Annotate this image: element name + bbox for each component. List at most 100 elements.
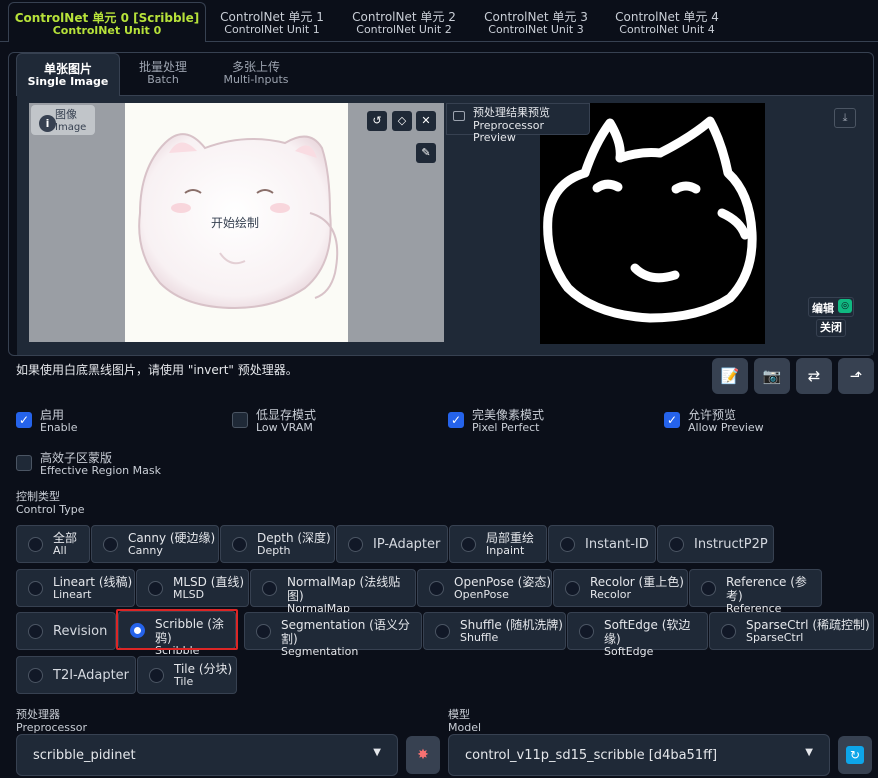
radio-label: Recolor (重上色) Recolor — [590, 575, 684, 601]
control-type-ip-adapter[interactable]: IP-Adapter — [336, 525, 448, 563]
preview-label-zh: 预处理结果预览 — [473, 106, 550, 119]
control-type-softedge[interactable]: SoftEdge (软边缘) SoftEdge — [567, 612, 708, 658]
label-zh: 低显存模式 — [256, 408, 317, 422]
control-type-all[interactable]: 全部 All — [16, 525, 90, 563]
pixel-perfect-label: 完美像素模式 Pixel Perfect — [472, 408, 544, 434]
invert-hint: 如果使用白底黑线图片，请使用 "invert" 预处理器。 — [16, 363, 298, 377]
tab-label-zh: ControlNet 单元 1 — [220, 10, 324, 24]
label-zh: Canny (硬边缘) — [128, 531, 216, 545]
control-type-openpose[interactable]: OpenPose (姿态) OpenPose — [417, 569, 552, 607]
label-zh: OpenPose (姿态) — [454, 575, 552, 589]
control-type-inpaint[interactable]: 局部重绘 Inpaint — [449, 525, 547, 563]
tab-unit-2[interactable]: ControlNet 单元 2 ControlNet Unit 2 — [346, 7, 462, 41]
label-en: SoftEdge — [604, 645, 654, 658]
webcam-button[interactable]: 📷 — [754, 358, 790, 394]
label-zh: Segmentation (语义分割) — [281, 618, 410, 646]
radio-label: NormalMap (法线贴图) NormalMap — [287, 575, 415, 615]
radio-dot — [669, 537, 684, 552]
tab-multi-inputs[interactable]: 多张上传 Multi-Inputs — [212, 60, 300, 86]
control-type-canny[interactable]: Canny (硬边缘) Canny — [91, 525, 219, 563]
preprocessor-dropdown[interactable]: scribble_pidinet ▼ — [16, 734, 398, 776]
label-en: Allow Preview — [688, 421, 764, 434]
label-zh: 启用 — [40, 408, 65, 422]
low-vram-label: 低显存模式 Low VRAM — [256, 408, 316, 434]
control-type-lineart[interactable]: Lineart (线稿) Lineart — [16, 569, 135, 607]
edit-icon[interactable]: ◎ — [838, 299, 852, 313]
control-type-depth[interactable]: Depth (深度) Depth — [220, 525, 335, 563]
close-preview-button[interactable]: 关闭 — [816, 319, 846, 337]
radio-label: SoftEdge (软边缘) SoftEdge — [604, 618, 707, 658]
tab-unit-3[interactable]: ControlNet 单元 3 ControlNet Unit 3 — [478, 7, 594, 41]
label-zh: Recolor (重上色) — [590, 575, 684, 589]
control-type-segmentation[interactable]: Segmentation (语义分割) Segmentation — [244, 612, 422, 658]
label-en: Canny — [128, 544, 163, 557]
explosion-icon: ✸ — [417, 747, 429, 763]
control-type-instant-id[interactable]: Instant-ID — [548, 525, 656, 563]
download-icon[interactable]: ⤓ — [834, 108, 856, 128]
label-en: Effective Region Mask — [40, 464, 161, 477]
allow-preview-checkbox[interactable]: ✓ — [664, 412, 680, 428]
arrow-up-right-icon: ⬏ — [849, 367, 863, 385]
control-type-recolor[interactable]: Recolor (重上色) Recolor — [553, 569, 688, 607]
new-canvas-button[interactable]: 📝 — [712, 358, 748, 394]
control-type-reference[interactable]: Reference (参考) Reference — [689, 569, 822, 615]
enable-checkbox[interactable]: ✓ — [16, 412, 32, 428]
model-dropdown[interactable]: control_v11p_sd15_scribble [d4ba51ff] ▼ — [448, 734, 830, 776]
radio-dot — [262, 581, 277, 596]
start-drawing-label[interactable]: 开始绘制 — [211, 214, 259, 231]
preprocessor-label: 预处理器 Preprocessor — [16, 708, 87, 734]
effective-region-mask-label: 高效子区蒙版 Effective Region Mask — [40, 451, 161, 477]
label-en: All — [53, 544, 67, 557]
tab-unit-4[interactable]: ControlNet 单元 4 ControlNet Unit 4 — [609, 7, 725, 41]
effective-region-mask-checkbox[interactable] — [16, 455, 32, 471]
brush-icon[interactable]: ✎ — [416, 143, 436, 163]
mirror-button[interactable]: ⇄ — [796, 358, 832, 394]
tab-unit-1[interactable]: ControlNet 单元 1 ControlNet Unit 1 — [214, 7, 330, 41]
control-type-sparsectrl[interactable]: SparseCtrl (稀疏控制) SparseCtrl — [709, 612, 874, 650]
refresh-models-button[interactable]: ↻ — [838, 736, 872, 774]
label-en: Pixel Perfect — [472, 421, 540, 434]
tab-label-en: Batch — [147, 73, 179, 86]
pixel-perfect-checkbox[interactable]: ✓ — [448, 412, 464, 428]
tab-label-zh: 批量处理 — [138, 60, 187, 74]
control-type-shuffle[interactable]: Shuffle (随机洗牌) Shuffle — [423, 612, 566, 650]
label-zh: SoftEdge (软边缘) — [604, 618, 691, 646]
tab-label-zh: 单张图片 — [43, 62, 92, 76]
radio-dot — [579, 624, 594, 639]
send-dimensions-button[interactable]: ⬏ — [838, 358, 874, 394]
run-preprocessor-button[interactable]: ✸ — [406, 736, 440, 774]
label-en: SparseCtrl — [746, 631, 804, 644]
label-en: Tile — [174, 675, 194, 688]
label-zh: 模型 — [448, 708, 470, 721]
radio-dot — [429, 581, 444, 596]
tab-unit-0[interactable]: ControlNet 单元 0 [Scribble] ControlNet Un… — [8, 2, 206, 42]
radio-dot — [149, 668, 164, 683]
tab-label-zh: ControlNet 单元 2 — [352, 10, 456, 24]
label-en: Enable — [40, 421, 78, 434]
radio-dot — [721, 624, 736, 639]
control-type-mlsd[interactable]: MLSD (直线) MLSD — [136, 569, 249, 607]
control-type-normalmap[interactable]: NormalMap (法线贴图) NormalMap — [250, 569, 416, 615]
control-type-t2i-adapter[interactable]: T2I-Adapter — [16, 656, 136, 694]
control-type-tile[interactable]: Tile (分块) Tile — [137, 656, 237, 694]
control-type-revision[interactable]: Revision — [16, 612, 116, 650]
radio-label: Segmentation (语义分割) Segmentation — [281, 618, 421, 658]
eraser-icon[interactable]: ◇ — [392, 111, 412, 131]
tab-batch[interactable]: 批量处理 Batch — [122, 60, 204, 86]
label-zh: SparseCtrl (稀疏控制) — [746, 618, 870, 632]
control-type-instructp2p[interactable]: InstructP2P — [657, 525, 774, 563]
close-icon[interactable]: ✕ — [416, 111, 436, 131]
undo-icon[interactable]: ↺ — [367, 111, 387, 131]
image-icon — [453, 111, 465, 121]
radio-dot — [148, 581, 163, 596]
radio-dot — [28, 581, 43, 596]
label-zh: NormalMap (法线贴图) — [287, 575, 401, 603]
low-vram-checkbox[interactable] — [232, 412, 248, 428]
refresh-icon: ↻ — [846, 746, 864, 764]
preprocessor-value: scribble_pidinet — [33, 748, 136, 763]
tab-single-image[interactable]: 单张图片 Single Image — [16, 53, 120, 96]
label-zh: 高效子区蒙版 — [40, 451, 113, 465]
label-en: Low VRAM — [256, 421, 313, 434]
label-zh: 局部重绘 — [486, 531, 535, 545]
swap-icon: ⇄ — [807, 367, 821, 385]
